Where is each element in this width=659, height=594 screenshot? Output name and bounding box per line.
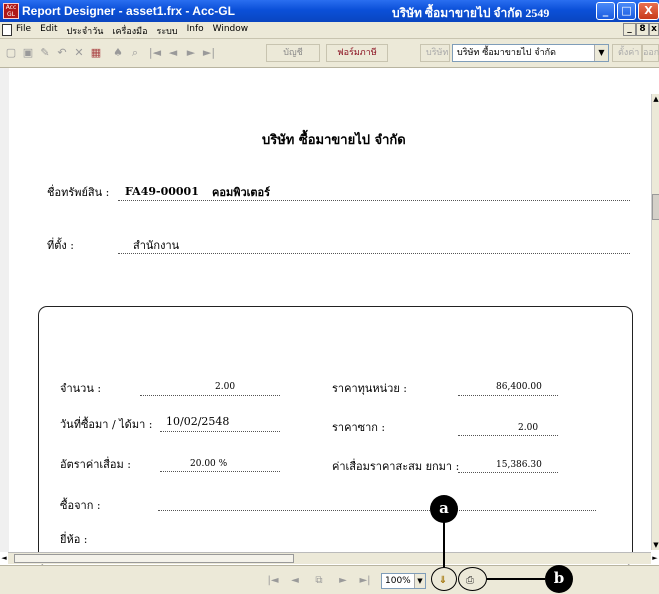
delete-icon[interactable]: ✕	[71, 45, 87, 61]
acquired-date-line	[160, 431, 280, 432]
maximize-button[interactable]: □	[617, 2, 636, 20]
accumulated-depreciation-value: 15,386.30	[496, 460, 542, 470]
menu-tools[interactable]: เครื่องมือ	[112, 24, 147, 38]
title-bar: Acc GL Report Designer - asset1.frx - Ac…	[0, 0, 659, 22]
salvage-value: 2.00	[518, 423, 539, 433]
depreciation-rate-value: 20.00 %	[190, 459, 228, 469]
quantity-line	[140, 395, 280, 396]
search-icon[interactable]: ⌕	[127, 45, 143, 61]
salvage-line	[458, 435, 558, 436]
toolbar: ▢ ▣ ✎ ↶ ✕ ▦ ♠ ⌕ |◄ ◄ ► ►| บัญชี ฟอร์มภาษ…	[0, 39, 659, 68]
accumulated-depreciation-label: ค่าเสื่อมราคาสะสม ยกมา :	[332, 460, 460, 473]
tax-form-button[interactable]: ฟอร์มภาษี	[326, 44, 388, 62]
menu-daily[interactable]: ประจำวัน	[67, 24, 104, 38]
exit-button[interactable]: ออก	[642, 44, 659, 62]
last-record-icon[interactable]: ►|	[201, 45, 217, 61]
menu-info[interactable]: Info	[187, 24, 204, 38]
mdi-restore-button[interactable]: 8	[636, 23, 649, 36]
next-record-icon[interactable]: ►	[183, 45, 199, 61]
asset-code: FA49-00001	[125, 185, 199, 198]
menu-bar: File Edit ประจำวัน เครื่องมือ ระบบ Info …	[0, 22, 659, 39]
close-button[interactable]: X	[638, 2, 659, 20]
mdi-close-button[interactable]: x	[649, 23, 659, 36]
scroll-up-icon[interactable]: ▲	[652, 94, 659, 104]
company-title: บริษัท ซื้อมาขายไป จำกัด 2549	[392, 6, 550, 20]
horizontal-scrollbar[interactable]: ◄ ►	[1, 552, 658, 564]
calculator-icon[interactable]: ▦	[88, 45, 104, 61]
asset-name-label: ชื่อทรัพย์สิน :	[47, 186, 110, 199]
depreciation-rate-label: อัตราค่าเสื่อม :	[60, 458, 131, 471]
next-page-button[interactable]: ►	[336, 574, 350, 588]
menu-file[interactable]: File	[16, 24, 31, 38]
bought-from-label: ซื้อจาก :	[60, 499, 101, 512]
callout-b: b	[545, 565, 573, 593]
report-heading: บริษัท ซื้อมาขายไป จำกัด	[262, 133, 406, 148]
location-label: ที่ตั้ง :	[47, 239, 74, 252]
callout-b-line	[487, 578, 545, 580]
bought-from-line	[158, 510, 596, 511]
scroll-left-icon[interactable]: ◄	[0, 553, 8, 564]
location-line	[118, 253, 630, 254]
last-page-button[interactable]: ►|	[358, 574, 372, 588]
unit-cost-line	[458, 395, 558, 396]
scroll-right-icon[interactable]: ►	[651, 553, 659, 564]
mdi-minimize-button[interactable]: _	[623, 23, 636, 36]
minimize-button[interactable]: _	[596, 2, 615, 20]
quantity-label: จำนวน :	[60, 382, 102, 395]
vertical-scrollbar[interactable]: ▲ ▼	[651, 94, 659, 550]
prev-record-icon[interactable]: ◄	[165, 45, 181, 61]
new-icon[interactable]: ▢	[3, 45, 19, 61]
unit-cost-label: ราคาทุนหน่วย :	[332, 382, 407, 395]
zoom-select[interactable]: 100% ▼	[381, 573, 426, 589]
vertical-scroll-thumb[interactable]	[652, 194, 659, 220]
zoom-value: 100%	[385, 576, 411, 586]
first-page-button[interactable]: |◄	[266, 574, 280, 588]
undo-icon[interactable]: ↶	[54, 45, 70, 61]
asset-details-box	[38, 306, 633, 566]
save-icon[interactable]: ▣	[20, 45, 36, 61]
find-icon[interactable]: ♠	[110, 45, 126, 61]
horizontal-scroll-thumb[interactable]	[14, 554, 294, 563]
chevron-down-icon[interactable]: ▼	[594, 45, 608, 61]
salvage-label: ราคาซาก :	[332, 421, 386, 434]
scroll-down-icon[interactable]: ▼	[652, 540, 659, 550]
menu-window[interactable]: Window	[213, 24, 249, 38]
edit-icon[interactable]: ✎	[37, 45, 53, 61]
asset-name-line	[118, 200, 630, 201]
menu-system[interactable]: ระบบ	[157, 24, 178, 38]
location-value: สำนักงาน	[133, 239, 180, 252]
print-highlight-circle	[458, 567, 487, 591]
asset-name: คอมพิวเตอร์	[212, 186, 271, 199]
company-select[interactable]: บริษัท ซื้อมาขายไป จำกัด ▼	[452, 44, 609, 62]
ledger-button[interactable]: บัญชี	[266, 44, 320, 62]
accumulated-depreciation-line	[458, 472, 558, 473]
setup-button[interactable]: ตั้งค่า	[612, 44, 642, 62]
prev-page-button[interactable]: ◄	[288, 574, 302, 588]
zoom-chevron-down-icon[interactable]: ▼	[414, 574, 425, 588]
brand-label: ยี่ห้อ :	[60, 533, 88, 546]
callout-a: a	[430, 495, 458, 523]
menu-edit[interactable]: Edit	[40, 24, 57, 38]
document-icon[interactable]	[2, 24, 12, 36]
depreciation-rate-line	[160, 471, 280, 472]
quantity-value: 2.00	[215, 382, 236, 392]
window-title: Report Designer - asset1.frx - Acc-GL	[22, 4, 235, 18]
acquired-date-value: 10/02/2548	[166, 415, 230, 428]
app-icon: Acc GL	[3, 3, 19, 19]
unit-cost-value: 86,400.00	[496, 382, 542, 392]
company-button[interactable]: บริษัท	[420, 44, 450, 62]
export-highlight-circle	[431, 567, 457, 591]
page-copy-icon[interactable]: ⧉	[312, 574, 326, 588]
company-select-value: บริษัท ซื้อมาขายไป จำกัด	[457, 48, 556, 58]
callout-a-line	[443, 521, 445, 567]
first-record-icon[interactable]: |◄	[147, 45, 163, 61]
acquired-date-label: วันที่ซื้อมา / ได้มา :	[60, 418, 153, 431]
